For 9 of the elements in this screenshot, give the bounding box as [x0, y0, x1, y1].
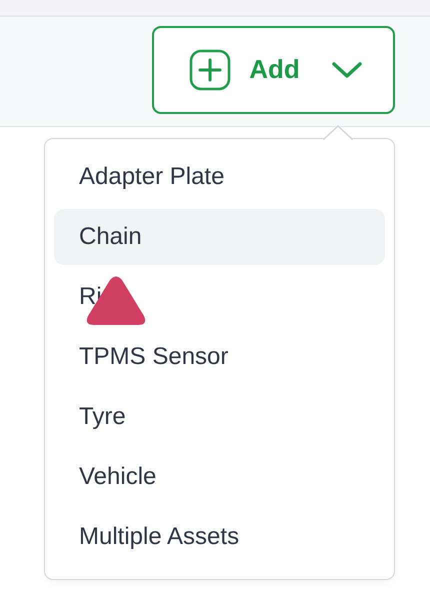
menu-item[interactable]: Tyre	[54, 389, 385, 445]
menu-item[interactable]: TPMS Sensor	[54, 329, 385, 385]
chevron-icon	[332, 60, 362, 78]
menu-item[interactable]: Chain	[54, 209, 385, 265]
plus-icon	[189, 48, 232, 90]
add-button[interactable]: Add	[152, 26, 395, 114]
menu-item[interactable]: Adapter Plate	[54, 149, 385, 205]
menu-item[interactable]: Vehicle	[54, 449, 385, 505]
menu-item[interactable]: Multiple Assets	[54, 509, 385, 565]
